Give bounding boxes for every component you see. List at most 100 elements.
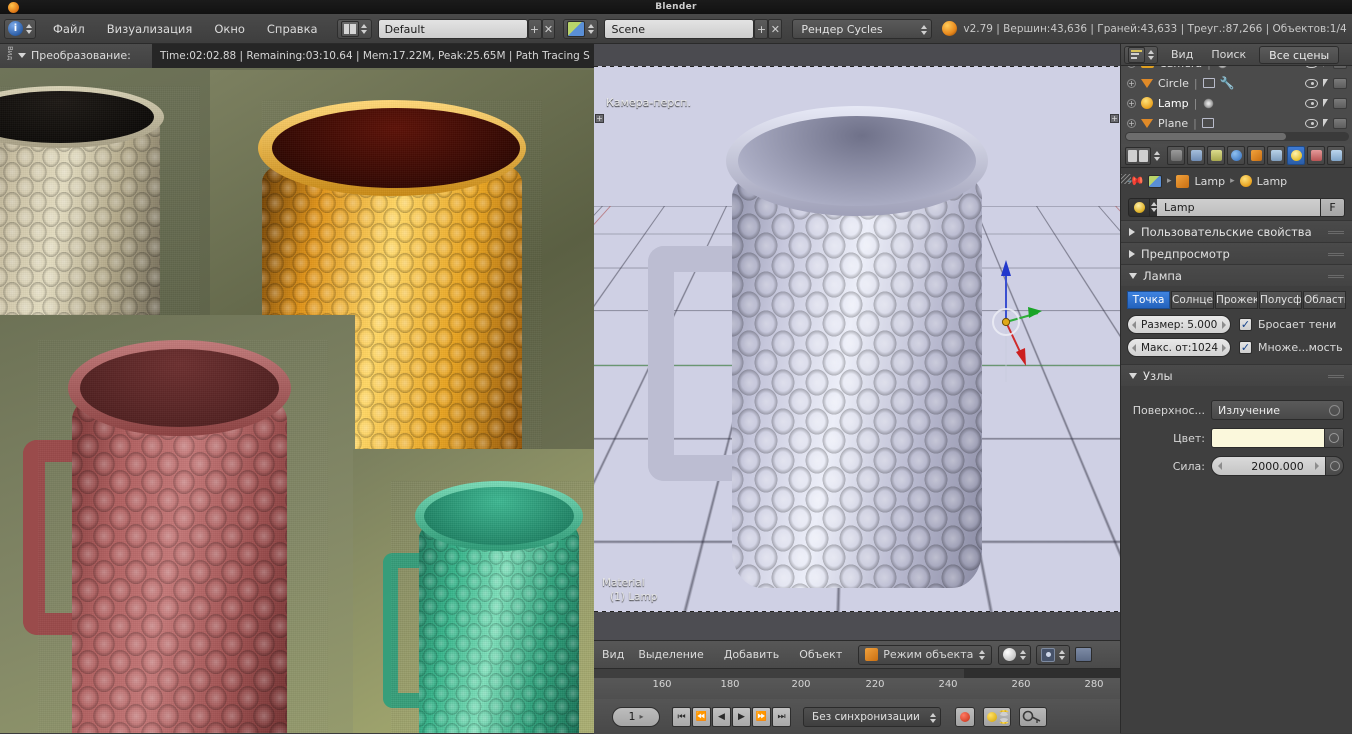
lamp-data-icon[interactable] — [1128, 197, 1150, 217]
play-reverse-button[interactable]: ◀ — [712, 706, 731, 727]
surface-shader-dropdown[interactable]: Излучение — [1211, 400, 1344, 420]
timeline-editor[interactable]: 160 180 200 220 240 260 280 1 ▸ ⏮ ⏪ ◀ ▶ … — [594, 668, 1120, 734]
outliner-row-camera[interactable]: + Camera | — [1121, 66, 1352, 73]
emission-color-swatch[interactable] — [1211, 428, 1344, 448]
render-result-image-area[interactable] — [0, 68, 594, 733]
panel-custom-properties[interactable]: Пользовательские свойства — [1121, 220, 1352, 242]
3d-viewport[interactable]: Камера-персп. + + Material (1) Lamp — [594, 44, 1120, 640]
editor-type-selector[interactable]: i — [4, 18, 36, 39]
lamp-max-bounces-field[interactable]: Макс. от:1024 — [1127, 338, 1231, 357]
menu-file[interactable]: Файл — [42, 14, 96, 44]
viewport-menu-object[interactable]: Объект — [789, 641, 852, 669]
breadcrumb-data-label[interactable]: Lamp — [1257, 175, 1288, 188]
selectable-cursor-icon[interactable] — [1323, 119, 1328, 127]
properties-tab-render[interactable] — [1167, 146, 1185, 165]
expand-icon[interactable]: + — [1127, 118, 1136, 128]
properties-editor-type-selector[interactable] — [1125, 146, 1151, 165]
emission-strength-slider[interactable]: 2000.000 — [1211, 456, 1344, 476]
screen-layout-name[interactable]: Default — [377, 18, 528, 39]
viewport-menu-view[interactable]: Вид — [598, 641, 628, 669]
expand-icon[interactable]: + — [1127, 78, 1136, 88]
selectable-cursor-icon[interactable] — [1323, 66, 1328, 67]
keying-set-dropdown[interactable] — [983, 706, 1011, 727]
transform-panel-toggle[interactable]: Преобразование: — [0, 43, 152, 68]
lamp-type-area[interactable]: Область — [1303, 291, 1346, 309]
outliner-row-circle[interactable]: + Circle | 🔧 — [1121, 73, 1352, 93]
previous-keyframe-button[interactable]: ⏪ — [692, 706, 711, 727]
breadcrumb-object-label[interactable]: Lamp — [1194, 175, 1225, 188]
properties-tab-physics[interactable] — [1327, 146, 1345, 165]
screen-layout-selector[interactable] — [336, 18, 372, 39]
delete-scene-button[interactable]: ✕ — [768, 18, 783, 39]
properties-tab-world[interactable] — [1227, 146, 1245, 165]
timeline-ruler[interactable]: 160 180 200 220 240 260 280 — [594, 669, 1120, 699]
delete-layout-button[interactable]: ✕ — [541, 18, 556, 39]
viewport-menu-select[interactable]: Выделение — [628, 641, 714, 669]
lamp-type-spot[interactable]: Прожек — [1215, 291, 1258, 309]
renderable-camera-icon[interactable] — [1333, 97, 1347, 109]
viewport-canvas[interactable]: Камера-персп. + + Material (1) Lamp — [594, 66, 1120, 640]
outliner-editor-type-selector[interactable] — [1124, 45, 1158, 64]
menu-window[interactable]: Окно — [203, 14, 256, 44]
browse-data-icon[interactable] — [1147, 174, 1162, 188]
properties-tab-constraints[interactable] — [1267, 146, 1285, 165]
play-button[interactable]: ▶ — [732, 706, 751, 727]
expand-icon[interactable]: + — [1127, 98, 1136, 108]
lamp-name-field[interactable]: Lamp — [1157, 197, 1321, 217]
visibility-eye-icon[interactable] — [1305, 98, 1318, 108]
add-layout-button[interactable]: + — [527, 18, 542, 39]
strength-link-button[interactable] — [1325, 456, 1344, 476]
visibility-eye-icon[interactable] — [1305, 118, 1318, 128]
properties-tab-object[interactable] — [1247, 146, 1265, 165]
viewport-menu-add[interactable]: Добавить — [714, 641, 789, 669]
interaction-mode-dropdown[interactable]: Режим объекта — [858, 644, 993, 665]
menu-render[interactable]: Визуализация — [96, 14, 204, 44]
renderable-camera-icon[interactable] — [1333, 117, 1347, 129]
current-frame-field[interactable]: 1 ▸ — [612, 706, 660, 727]
renderable-camera-icon[interactable] — [1333, 77, 1347, 89]
modifier-wrench-icon[interactable]: 🔧 — [1220, 76, 1235, 90]
next-keyframe-button[interactable]: ⏩ — [752, 706, 771, 727]
properties-region-expand-button[interactable]: + — [1110, 114, 1119, 123]
checkbox-checked-icon[interactable]: ✓ — [1239, 341, 1252, 354]
jump-to-start-button[interactable]: ⏮ — [672, 706, 691, 727]
jump-to-end-button[interactable]: ⏭ — [772, 706, 791, 727]
viewport-shading-dropdown[interactable] — [998, 644, 1032, 665]
multiple-importance-row[interactable]: ✓ Множе...мость — [1239, 338, 1346, 357]
panel-lamp[interactable]: Лампа — [1121, 264, 1352, 286]
chevron-updown-icon[interactable] — [1150, 197, 1157, 217]
color-link-button[interactable] — [1324, 429, 1343, 447]
mug-3d-object-viewport[interactable] — [648, 106, 988, 596]
visibility-eye-icon[interactable] — [1305, 66, 1318, 68]
checkbox-checked-icon[interactable]: ✓ — [1239, 318, 1252, 331]
outliner-menu-view[interactable]: Вид — [1162, 44, 1202, 66]
panel-preview[interactable]: Предпросмотр — [1121, 242, 1352, 264]
lamp-type-sun[interactable]: Солнце — [1171, 291, 1214, 309]
lamp-type-point[interactable]: Точка — [1127, 291, 1170, 309]
sync-mode-dropdown[interactable]: Без синхронизации — [803, 706, 941, 727]
outliner-row-lamp[interactable]: + Lamp | — [1121, 93, 1352, 113]
insert-keyframe-button[interactable] — [1019, 706, 1047, 727]
properties-tab-render-layers[interactable] — [1187, 146, 1205, 165]
area-resize-grip[interactable] — [1121, 174, 1131, 184]
expand-icon[interactable]: + — [1127, 66, 1136, 68]
cast-shadow-row[interactable]: ✓ Бросает тени — [1239, 315, 1346, 334]
visibility-eye-icon[interactable] — [1305, 78, 1318, 88]
outliner-scrollbar[interactable] — [1125, 132, 1349, 141]
pivot-point-dropdown[interactable] — [1036, 644, 1071, 665]
renderable-camera-icon[interactable] — [1333, 66, 1347, 69]
transform-manipulator-widget[interactable] — [972, 256, 1042, 386]
add-scene-button[interactable]: + — [754, 18, 769, 39]
scene-selector[interactable] — [563, 18, 599, 39]
properties-tab-object-data-lamp[interactable] — [1287, 146, 1305, 165]
menu-help[interactable]: Справка — [256, 14, 329, 44]
toolshelf-expand-button[interactable]: + — [595, 114, 604, 123]
lamp-size-field[interactable]: Размер: 5.000 — [1127, 315, 1231, 334]
outliner-row-plane[interactable]: + Plane | — [1121, 113, 1352, 133]
snap-icon[interactable] — [1075, 647, 1093, 662]
panel-nodes[interactable]: Узлы — [1121, 364, 1352, 386]
animate-property-dot[interactable] — [1329, 405, 1340, 416]
outliner-tree[interactable]: + Camera | + Circle | 🔧 + — [1121, 66, 1352, 144]
scene-name[interactable]: Scene — [604, 18, 755, 39]
selectable-cursor-icon[interactable] — [1323, 99, 1328, 107]
